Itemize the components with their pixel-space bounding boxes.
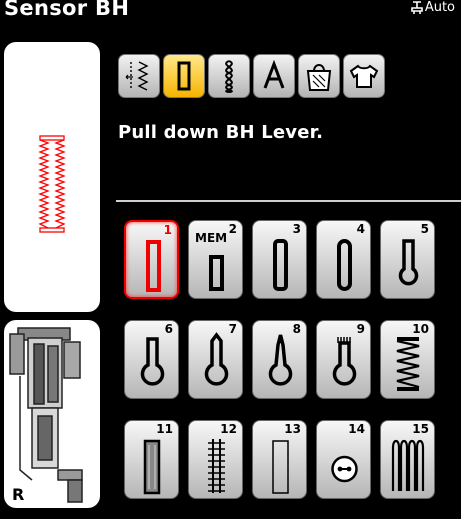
tab-quilt-stitches[interactable] <box>298 54 340 98</box>
stitch-button-13[interactable]: 13 <box>252 420 307 499</box>
buttonhole-icon <box>177 61 191 91</box>
buttonhole-foot-icon <box>9 327 83 503</box>
stitch-button-7[interactable]: 7 <box>188 320 243 399</box>
rounded-buttonhole-icon <box>273 239 288 291</box>
stitch-button-11[interactable]: 11 <box>124 420 179 499</box>
stitch-button-6[interactable]: 6 <box>124 320 179 399</box>
stitch-button-15[interactable]: 15 <box>380 420 435 499</box>
standard-buttonhole-icon <box>146 240 161 292</box>
quilt-bag-icon <box>306 64 332 91</box>
shirt-icon <box>349 64 379 88</box>
stitch-preview-panel <box>4 42 100 312</box>
auto-indicator: Auto <box>410 0 455 15</box>
keyhole-buttonhole-icon <box>398 239 419 286</box>
keyhole-buttonhole-icon <box>140 337 165 386</box>
auto-label: Auto <box>424 0 455 15</box>
tab-personal-program[interactable] <box>343 54 385 98</box>
stitch-button-9[interactable]: 9 <box>316 320 371 399</box>
stitch-button-1[interactable]: 1 <box>124 220 179 299</box>
tab-practical-stitches[interactable] <box>118 54 160 98</box>
stitch-button-12[interactable]: 12 <box>188 420 243 499</box>
tab-alphabets[interactable] <box>253 54 295 98</box>
button-sew-on-icon <box>331 455 358 483</box>
straight-stitch-buttonhole-icon <box>208 439 225 493</box>
instruction-message: Pull down BH Lever. <box>118 122 324 143</box>
stitch-button-14[interactable]: 14 <box>316 420 371 499</box>
presser-foot-panel[interactable]: R <box>4 320 100 508</box>
stitch-button-3[interactable]: 3 <box>252 220 307 299</box>
stitch-button-4[interactable]: 4 <box>316 220 371 299</box>
stitch-button-5[interactable]: 5 <box>380 220 435 299</box>
decorative-stitch-icon <box>225 60 233 93</box>
stitch-button-2[interactable]: 2 MEM <box>188 220 243 299</box>
alphabet-icon <box>263 59 285 89</box>
heirloom-buttonhole-icon <box>143 439 161 495</box>
stitch-button-10[interactable]: 10 <box>380 320 435 399</box>
pointed-keyhole-buttonhole-icon <box>204 332 229 386</box>
eyelet-stitch-icon <box>391 439 425 491</box>
stretch-buttonhole-icon <box>396 337 420 391</box>
stitch-button-8[interactable]: 8 <box>252 320 307 399</box>
buttonhole-preview-icon <box>38 135 66 233</box>
bar-tack-keyhole-buttonhole-icon <box>332 337 357 386</box>
memory-buttonhole-icon <box>209 255 224 291</box>
divider <box>116 200 461 202</box>
practical-stitch-icon <box>125 61 149 91</box>
presser-foot-icon <box>411 0 423 14</box>
round-end-buttonhole-icon <box>337 239 352 291</box>
tapered-keyhole-buttonhole-icon <box>268 334 293 386</box>
foot-letter: R <box>12 485 25 504</box>
screen-title: Sensor BH <box>4 0 130 20</box>
bound-buttonhole-icon <box>272 440 289 494</box>
tab-buttonholes[interactable] <box>163 54 205 98</box>
tab-decorative-stitches[interactable] <box>208 54 250 98</box>
